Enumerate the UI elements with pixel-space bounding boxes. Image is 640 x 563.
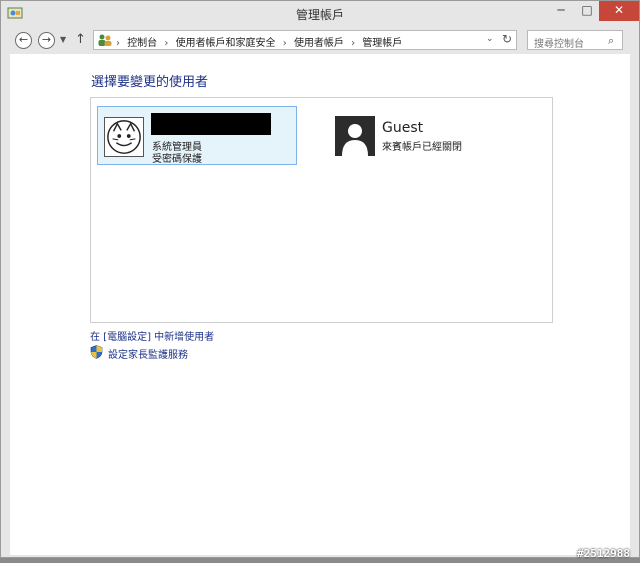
guest-status: 來賓帳戶已經關閉 bbox=[382, 142, 462, 153]
breadcrumb-user-accounts[interactable]: 使用者帳戶 bbox=[294, 38, 344, 49]
forward-button[interactable]: → bbox=[38, 32, 55, 49]
breadcrumb-control-panel[interactable]: 控制台 bbox=[127, 38, 157, 49]
content-area: 選擇要變更的使用者 系統管理員 受密碼保護 Guest 來賓帳戶已經關閉 在 [… bbox=[10, 54, 630, 555]
users-icon bbox=[98, 34, 112, 46]
parental-controls-link[interactable]: 設定家長監護服務 bbox=[108, 346, 188, 361]
shield-icon bbox=[90, 345, 103, 359]
guest-name: Guest bbox=[382, 120, 424, 136]
up-button[interactable]: ↑ bbox=[75, 32, 86, 47]
address-dropdown-icon[interactable]: ⌄ bbox=[486, 34, 494, 44]
watermark: #2512988 bbox=[577, 547, 630, 560]
back-button[interactable]: ← bbox=[15, 32, 32, 49]
breadcrumb-separator[interactable]: › bbox=[283, 38, 287, 49]
redacted-username bbox=[151, 113, 271, 135]
breadcrumb-separator[interactable]: › bbox=[164, 38, 168, 49]
user-status: 受密碼保護 bbox=[152, 154, 202, 165]
user-card-admin[interactable]: 系統管理員 受密碼保護 bbox=[97, 106, 297, 165]
refresh-icon[interactable]: ↻ bbox=[502, 32, 512, 46]
breadcrumb-manage-accounts[interactable]: 管理帳戶 bbox=[362, 38, 402, 49]
user-card-guest[interactable]: Guest 來賓帳戶已經關閉 bbox=[327, 106, 527, 165]
maximize-button[interactable]: □ bbox=[573, 1, 601, 21]
breadcrumb-family-safety[interactable]: 使用者帳戶和家庭安全 bbox=[176, 38, 276, 49]
address-bar[interactable]: › 控制台 › 使用者帳戶和家庭安全 › 使用者帳戶 › 管理帳戶 ⌄ ↻ bbox=[93, 30, 517, 50]
page-title: 選擇要變更的使用者 bbox=[91, 75, 209, 90]
search-input[interactable]: 搜尋控制台 ⌕ bbox=[527, 30, 623, 50]
user-list-panel: 系統管理員 受密碼保護 Guest 來賓帳戶已經關閉 bbox=[90, 97, 553, 323]
add-user-link[interactable]: 在 [電腦設定] 中新增使用者 bbox=[90, 328, 214, 343]
title-bar[interactable]: 管理帳戶 ─ □ ✕ bbox=[1, 1, 639, 25]
recent-locations-dropdown[interactable]: ▼ bbox=[60, 35, 66, 44]
user-avatar bbox=[104, 117, 144, 157]
navigation-bar: ← → ▼ ↑ › 控制台 › 使用者帳戶和家庭安全 › 使用者帳戶 › 管理帳… bbox=[1, 27, 639, 53]
minimize-button[interactable]: ─ bbox=[547, 1, 575, 21]
breadcrumb: › 控制台 › 使用者帳戶和家庭安全 › 使用者帳戶 › 管理帳戶 bbox=[116, 34, 406, 49]
close-button[interactable]: ✕ bbox=[599, 1, 639, 21]
search-icon[interactable]: ⌕ bbox=[608, 34, 614, 48]
breadcrumb-separator[interactable]: › bbox=[351, 38, 355, 49]
guest-avatar-icon bbox=[335, 116, 375, 156]
control-panel-window: 管理帳戶 ─ □ ✕ ← → ▼ ↑ › 控制台 › 使用者帳戶和家庭安全 › … bbox=[0, 0, 640, 558]
search-placeholder: 搜尋控制台 bbox=[534, 39, 584, 50]
window-title: 管理帳戶 bbox=[295, 8, 344, 22]
breadcrumb-separator[interactable]: › bbox=[116, 38, 120, 49]
